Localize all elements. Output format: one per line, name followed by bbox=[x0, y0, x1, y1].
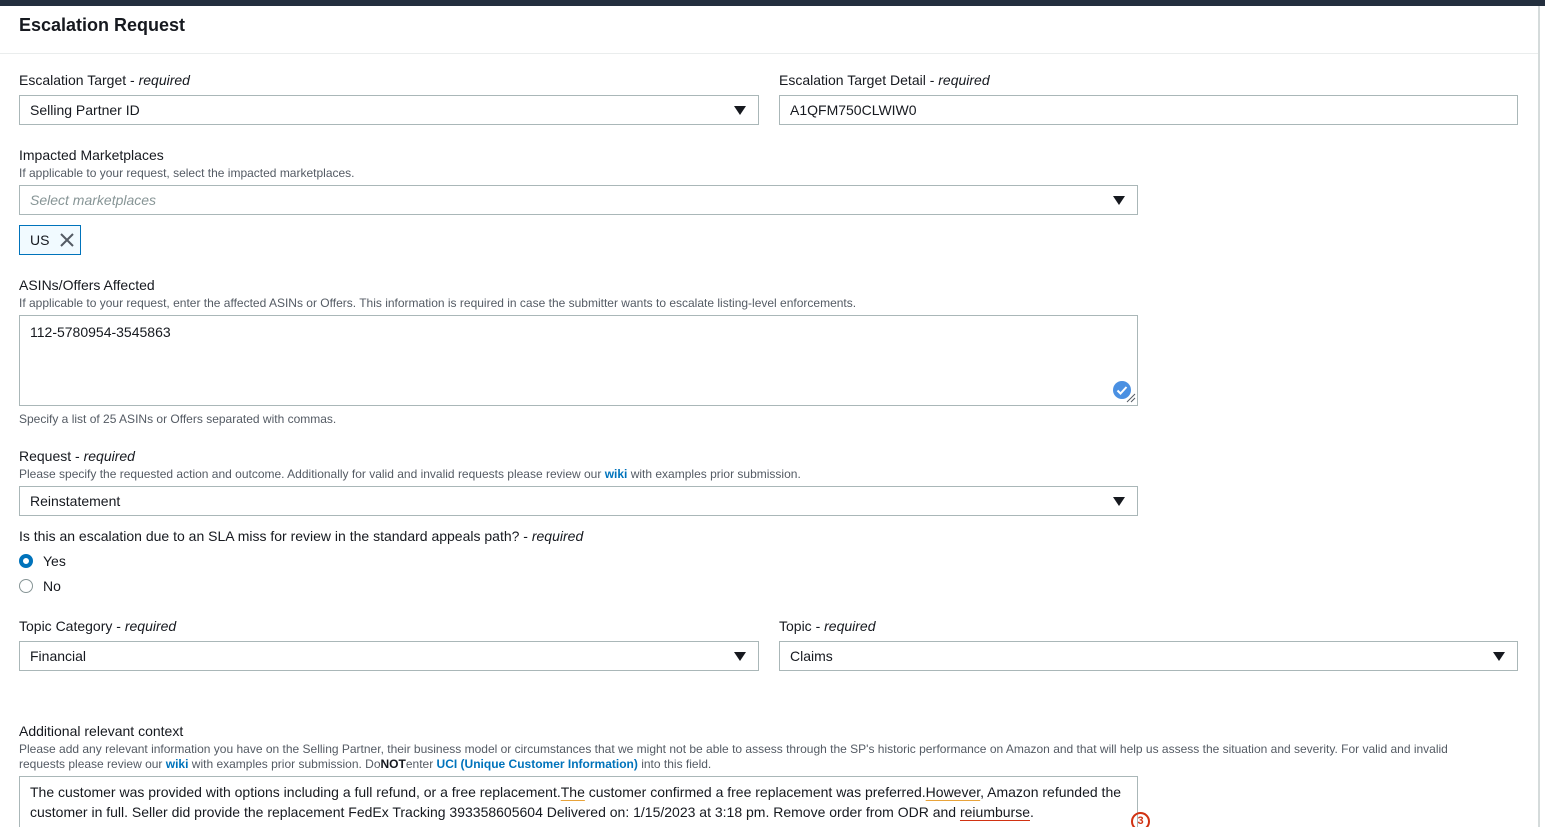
context-description-text: into this field. bbox=[637, 757, 712, 771]
grammar-flagged-word[interactable]: The bbox=[561, 784, 585, 800]
escalation-target-label-text: Escalation Target - bbox=[19, 72, 139, 88]
marketplace-token-us: US bbox=[19, 225, 81, 255]
required-marker: required bbox=[124, 618, 177, 634]
required-marker: required bbox=[824, 618, 876, 634]
impacted-marketplaces-label: Impacted Marketplaces bbox=[19, 147, 164, 163]
context-description-text: with examples prior submission. Do bbox=[188, 757, 381, 771]
escalation-target-detail-input[interactable]: A1QFM750CLWIW0 bbox=[779, 95, 1518, 125]
additional-context-description-line1: Please add any relevant information you … bbox=[19, 742, 1448, 756]
additional-context-label: Additional relevant context bbox=[19, 723, 184, 739]
panel-border bbox=[1538, 6, 1540, 827]
asins-hint: Specify a list of 25 ASINs or Offers sep… bbox=[19, 412, 337, 426]
dismiss-icon[interactable] bbox=[59, 232, 75, 248]
required-marker: required bbox=[138, 72, 190, 88]
topic-category-value: Financial bbox=[30, 648, 87, 664]
grammar-issues-badge[interactable]: 3 bbox=[1131, 812, 1150, 827]
impacted-marketplaces-description: If applicable to your request, select th… bbox=[19, 166, 355, 180]
spelling-flagged-word[interactable]: reiumburse bbox=[960, 804, 1030, 820]
request-select[interactable]: Reinstatement bbox=[19, 486, 1138, 516]
page-title: Escalation Request bbox=[19, 15, 186, 35]
escalation-target-detail-label-text: Escalation Target Detail - bbox=[779, 72, 939, 88]
context-text-segment: customer confirmed a free replacement wa… bbox=[584, 784, 926, 800]
topic-select[interactable]: Claims bbox=[779, 641, 1518, 671]
sla-question-label: Is this an escalation due to an SLA miss… bbox=[19, 528, 583, 544]
context-description-text: requests please review our bbox=[19, 757, 166, 771]
request-description: Please specify the requested action and … bbox=[19, 467, 801, 481]
marketplace-token-label: US bbox=[30, 232, 50, 248]
marketplaces-multiselect[interactable]: Select marketplaces bbox=[19, 185, 1138, 215]
grammar-flagged-word[interactable]: However bbox=[926, 784, 980, 800]
topic-category-select[interactable]: Financial bbox=[19, 641, 759, 671]
caret-down-icon bbox=[1113, 196, 1125, 205]
additional-context-description-line2: requests please review our wiki with exa… bbox=[19, 757, 711, 771]
escalation-target-select[interactable]: Selling Partner ID bbox=[19, 95, 759, 125]
additional-context-value: The customer was provided with options i… bbox=[30, 782, 1138, 822]
context-text-segment: The customer was provided with options i… bbox=[30, 784, 561, 800]
resize-handle-icon[interactable] bbox=[1124, 391, 1136, 403]
asins-textarea[interactable]: 112-5780954-3545863 bbox=[19, 315, 1138, 406]
sla-yes-label[interactable]: Yes bbox=[43, 553, 66, 569]
topic-label: Topic - required bbox=[779, 618, 876, 634]
page-header: Escalation Request bbox=[0, 6, 1538, 54]
required-marker: required bbox=[531, 528, 584, 544]
topic-label-text: Topic - bbox=[779, 618, 825, 634]
caret-down-icon bbox=[734, 106, 746, 115]
sla-no-radio[interactable] bbox=[19, 579, 33, 593]
escalation-target-detail-value: A1QFM750CLWIW0 bbox=[790, 102, 917, 118]
topic-category-label: Topic Category - required bbox=[19, 618, 176, 634]
context-description-text: enter bbox=[405, 757, 437, 771]
topic-category-label-text: Topic Category - bbox=[19, 618, 125, 634]
request-label-text: Request - bbox=[19, 448, 84, 464]
escalation-target-label: Escalation Target - required bbox=[19, 72, 190, 88]
request-label: Request - required bbox=[19, 448, 135, 464]
uci-link[interactable]: UCI (Unique Customer Information) bbox=[437, 757, 638, 771]
sla-no-label[interactable]: No bbox=[43, 578, 61, 594]
escalation-target-detail-label: Escalation Target Detail - required bbox=[779, 72, 990, 88]
context-text-segment: . bbox=[1030, 804, 1034, 820]
caret-down-icon bbox=[1493, 652, 1505, 661]
topic-value: Claims bbox=[790, 648, 833, 664]
escalation-target-value: Selling Partner ID bbox=[30, 102, 140, 118]
caret-down-icon bbox=[1113, 497, 1125, 506]
sla-question-text: Is this an escalation due to an SLA miss… bbox=[19, 528, 532, 544]
context-wiki-link[interactable]: wiki bbox=[166, 757, 189, 771]
caret-down-icon bbox=[734, 652, 746, 661]
additional-context-textarea[interactable]: The customer was provided with options i… bbox=[19, 776, 1150, 827]
request-description-text: Please specify the requested action and … bbox=[19, 467, 605, 481]
marketplaces-placeholder: Select marketplaces bbox=[30, 192, 157, 208]
request-wiki-link[interactable]: wiki bbox=[605, 467, 628, 481]
asins-label: ASINs/Offers Affected bbox=[19, 277, 155, 293]
request-description-tail: with examples prior submission. bbox=[627, 467, 801, 481]
context-not-emphasis: NOT bbox=[380, 757, 406, 771]
request-value: Reinstatement bbox=[30, 493, 121, 509]
required-marker: required bbox=[83, 448, 135, 464]
required-marker: required bbox=[938, 72, 990, 88]
asins-value: 112-5780954-3545863 bbox=[30, 324, 171, 340]
asins-description: If applicable to your request, enter the… bbox=[19, 296, 857, 310]
sla-yes-radio[interactable] bbox=[19, 554, 33, 568]
